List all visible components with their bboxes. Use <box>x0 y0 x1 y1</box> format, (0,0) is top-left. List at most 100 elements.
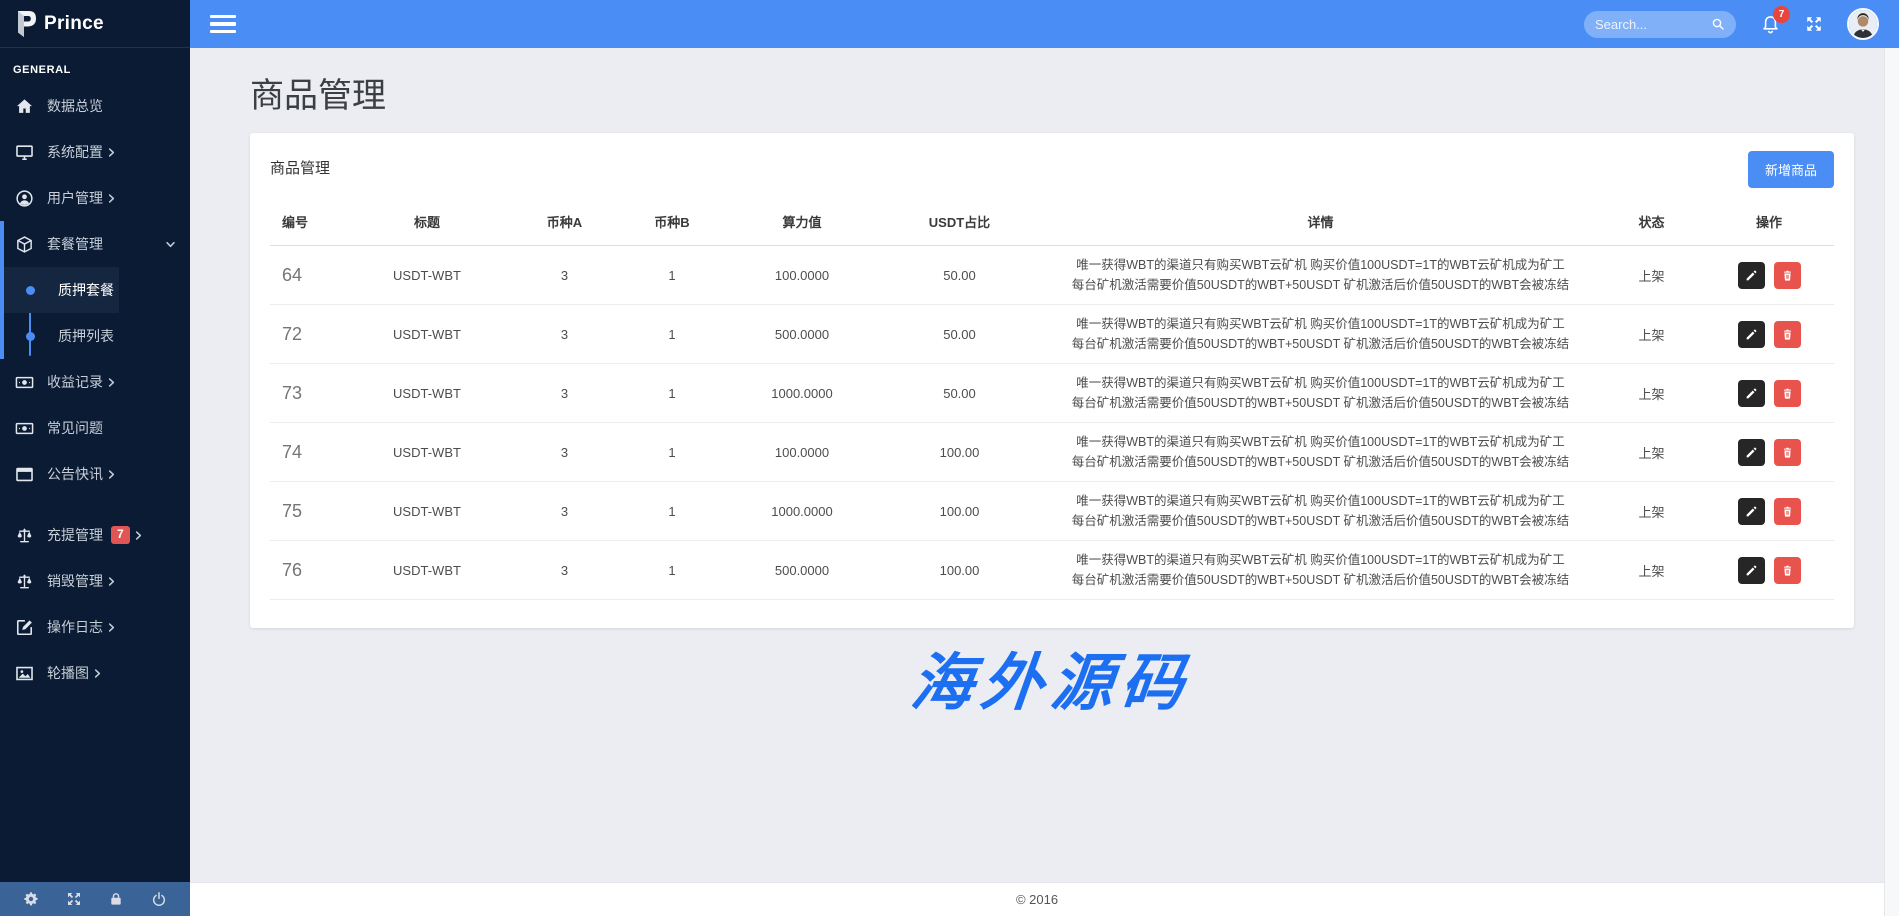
sidebar-item: 数据总览 <box>0 83 190 129</box>
sidebar-link[interactable]: 收益记录 <box>0 359 190 405</box>
sidebar-link[interactable]: 充提管理7 <box>0 512 190 558</box>
cell-coin_a: 3 <box>512 364 617 423</box>
sidebar-link[interactable]: 系统配置 <box>0 129 190 175</box>
detail-text: 唯一获得WBT的渠道只有购买WBT云矿机 购买价值100USDT=1T的WBT云… <box>1048 550 1593 570</box>
cell-power: 500.0000 <box>727 305 877 364</box>
delete-button[interactable] <box>1774 380 1801 407</box>
chevron-right-icon <box>92 668 103 679</box>
add-product-button[interactable]: 新增商品 <box>1748 151 1834 188</box>
image-icon <box>14 663 34 683</box>
copyright: © 2016 <box>1016 892 1058 907</box>
sidebar-link[interactable]: 销毁管理 <box>0 558 190 604</box>
footer: © 2016 <box>190 882 1884 916</box>
sidebar-item-label: 操作日志 <box>47 617 103 637</box>
fullscreen-icon[interactable] <box>1805 15 1823 33</box>
cell-actions <box>1704 482 1834 541</box>
detail-text: 每台矿机激活需要价值50USDT的WBT+50USDT 矿机激活后价值50USD… <box>1048 511 1593 531</box>
delete-button[interactable] <box>1774 321 1801 348</box>
sidebar-footer <box>0 882 190 916</box>
edit-icon <box>14 617 34 637</box>
cell-detail: 唯一获得WBT的渠道只有购买WBT云矿机 购买价值100USDT=1T的WBT云… <box>1042 246 1599 305</box>
watermark: 海外源码 <box>245 632 1858 722</box>
status-text: 上架 <box>1599 482 1704 541</box>
menu-toggle-button[interactable] <box>210 11 236 38</box>
products-card: 商品管理 新增商品 编号标题币种A币种B算力值USDT占比详情状态操作 64US… <box>250 133 1854 628</box>
sidebar-link[interactable]: 用户管理 <box>0 175 190 221</box>
lock-icon[interactable] <box>108 891 124 907</box>
detail-text: 每台矿机激活需要价值50USDT的WBT+50USDT 矿机激活后价值50USD… <box>1048 334 1593 354</box>
edit-button[interactable] <box>1738 262 1765 289</box>
scrollbar[interactable] <box>1884 48 1899 916</box>
expand-icon[interactable] <box>66 891 82 907</box>
sidebar-link[interactable]: 轮播图 <box>0 650 190 696</box>
delete-button[interactable] <box>1774 557 1801 584</box>
sidebar-link[interactable]: 常见问题 <box>0 405 190 451</box>
sidebar-item: 充提管理7 <box>0 512 190 558</box>
detail-text: 唯一获得WBT的渠道只有购买WBT云矿机 购买价值100USDT=1T的WBT云… <box>1048 373 1593 393</box>
cell-usdt_ratio: 100.00 <box>877 482 1042 541</box>
sidebar-subitem-label: 质押套餐 <box>58 280 114 300</box>
edit-button[interactable] <box>1738 380 1765 407</box>
search-input[interactable] <box>1595 17 1711 32</box>
sidebar-link[interactable]: 公告快讯 <box>0 451 190 497</box>
column-header: 标题 <box>342 204 512 246</box>
status-text: 上架 <box>1599 305 1704 364</box>
search-icon[interactable] <box>1711 17 1725 31</box>
sidebar-item: 公告快讯 <box>0 451 190 497</box>
avatar[interactable] <box>1847 8 1879 40</box>
status-text: 上架 <box>1599 423 1704 482</box>
column-header: 详情 <box>1042 204 1599 246</box>
sidebar-link[interactable]: 数据总览 <box>0 83 190 129</box>
chevron-right-icon <box>106 576 117 587</box>
scale-icon <box>14 525 34 545</box>
chevron-right-icon <box>106 622 117 633</box>
cell-coin_a: 3 <box>512 541 617 600</box>
cell-power: 1000.0000 <box>727 482 877 541</box>
cell-usdt_ratio: 50.00 <box>877 305 1042 364</box>
notifications-button[interactable]: 7 <box>1760 13 1781 35</box>
cell-usdt_ratio: 100.00 <box>877 423 1042 482</box>
sidebar-item-label: 轮播图 <box>47 663 89 683</box>
sidebar-link[interactable]: 操作日志 <box>0 604 190 650</box>
delete-button[interactable] <box>1774 498 1801 525</box>
cell-coin_b: 1 <box>617 246 727 305</box>
cell-coin_a: 3 <box>512 305 617 364</box>
status-text: 上架 <box>1599 541 1704 600</box>
search-box <box>1584 11 1736 38</box>
card-header: 商品管理 新增商品 <box>270 151 1834 188</box>
detail-text: 唯一获得WBT的渠道只有购买WBT云矿机 购买价值100USDT=1T的WBT云… <box>1048 255 1593 275</box>
delete-button[interactable] <box>1774 439 1801 466</box>
content: 商品管理 商品管理 新增商品 编号标题币种A币种B算力值USDT占比详情状态操作… <box>190 48 1884 882</box>
sidebar-link[interactable]: 套餐管理 <box>4 221 190 267</box>
column-header: 币种A <box>512 204 617 246</box>
cell-coin_b: 1 <box>617 364 727 423</box>
cell-power: 100.0000 <box>727 246 877 305</box>
delete-button[interactable] <box>1774 262 1801 289</box>
gear-icon[interactable] <box>23 891 39 907</box>
sidebar-nav: 数据总览系统配置用户管理套餐管理质押套餐质押列表收益记录常见问题公告快讯充提管理… <box>0 83 190 882</box>
detail-text: 每台矿机激活需要价值50USDT的WBT+50USDT 矿机激活后价值50USD… <box>1048 275 1593 295</box>
sidebar-item-label: 公告快讯 <box>47 464 103 484</box>
edit-button[interactable] <box>1738 557 1765 584</box>
table-row: 64USDT-WBT31100.000050.00唯一获得WBT的渠道只有购买W… <box>270 246 1834 305</box>
sidebar-subitem[interactable]: 质押套餐 <box>4 267 190 313</box>
chevron-right-icon <box>133 530 144 541</box>
power-icon[interactable] <box>151 891 167 907</box>
sidebar-item-label: 用户管理 <box>47 188 103 208</box>
cell-power: 1000.0000 <box>727 364 877 423</box>
cell-usdt_ratio: 50.00 <box>877 364 1042 423</box>
logo[interactable]: Prince <box>0 0 190 48</box>
edit-button[interactable] <box>1738 498 1765 525</box>
user-icon <box>14 188 34 208</box>
cell-title: USDT-WBT <box>342 305 512 364</box>
edit-button[interactable] <box>1738 439 1765 466</box>
edit-button[interactable] <box>1738 321 1765 348</box>
detail-text: 唯一获得WBT的渠道只有购买WBT云矿机 购买价值100USDT=1T的WBT云… <box>1048 432 1593 452</box>
cell-power: 100.0000 <box>727 423 877 482</box>
cell-actions <box>1704 364 1834 423</box>
money-icon <box>14 418 34 438</box>
sidebar-item: 操作日志 <box>0 604 190 650</box>
topbar-right: 7 <box>1584 8 1879 40</box>
table-row: 74USDT-WBT31100.0000100.00唯一获得WBT的渠道只有购买… <box>270 423 1834 482</box>
sidebar-subitem[interactable]: 质押列表 <box>4 313 190 359</box>
